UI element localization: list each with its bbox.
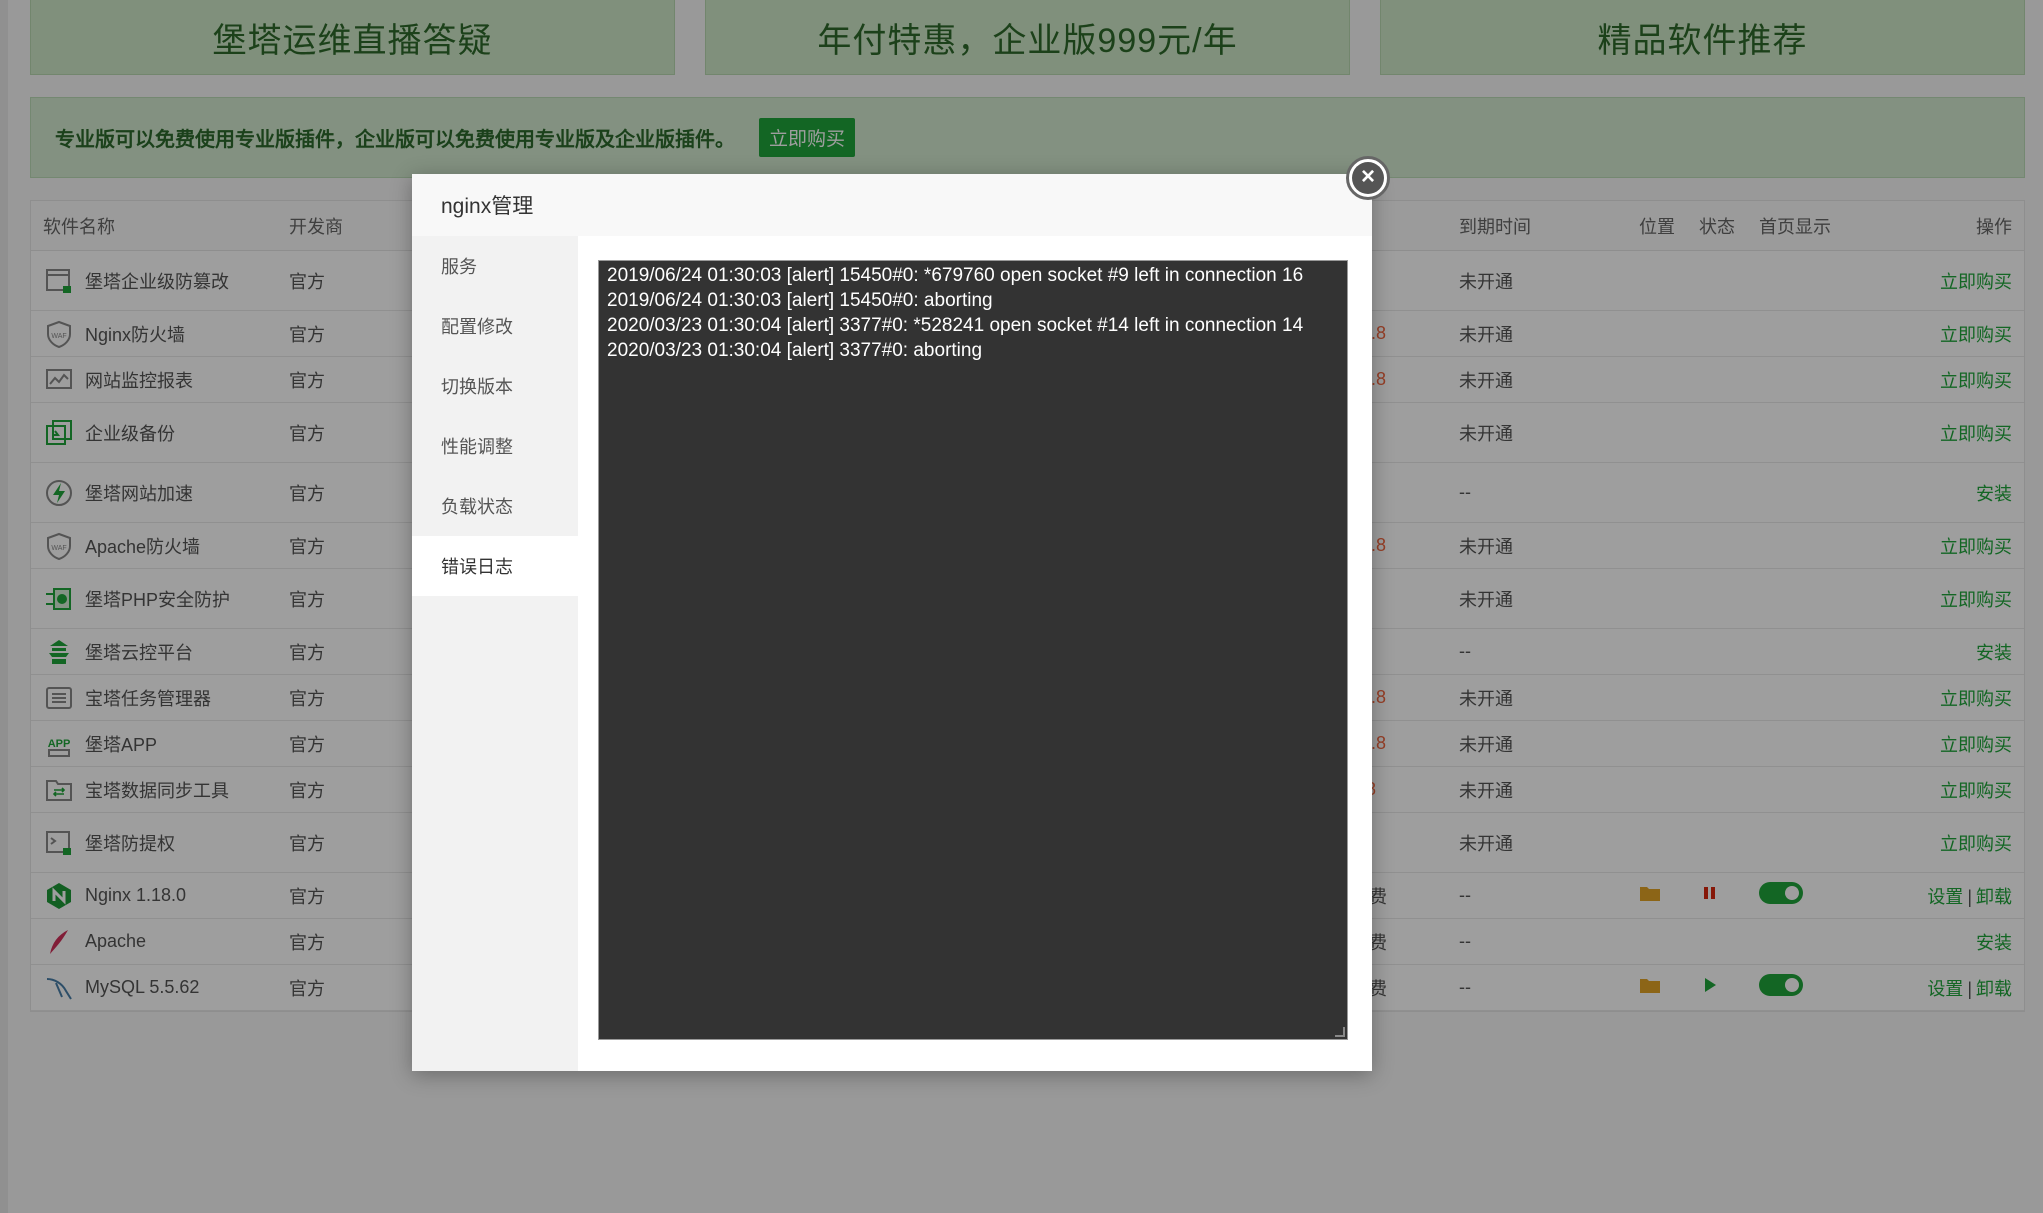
menu-performance[interactable]: 性能调整 [412,416,578,476]
menu-config[interactable]: 配置修改 [412,296,578,356]
modal-close-button[interactable]: × [1346,156,1390,200]
resize-handle[interactable] [1335,1027,1345,1037]
menu-service[interactable]: 服务 [412,236,578,296]
nginx-manage-modal: nginx管理 服务 配置修改 切换版本 性能调整 负载状态 错误日志 2019… [412,174,1372,1071]
modal-sidebar: 服务 配置修改 切换版本 性能调整 负载状态 错误日志 [412,236,578,1071]
close-icon: × [1352,162,1384,194]
menu-load-status[interactable]: 负载状态 [412,476,578,536]
log-line: 2019/06/24 01:30:03 [alert] 15450#0: *67… [607,265,1304,286]
log-line: 2020/03/23 01:30:04 [alert] 3377#0: abor… [607,340,983,361]
modal-title: nginx管理 [412,174,1372,236]
error-log-textarea[interactable]: 2019/06/24 01:30:03 [alert] 15450#0: *67… [598,260,1348,1040]
log-line: 2019/06/24 01:30:03 [alert] 15450#0: abo… [607,290,993,311]
log-line: 2020/03/23 01:30:04 [alert] 3377#0: *528… [607,315,1304,336]
menu-error-log[interactable]: 错误日志 [412,536,578,596]
menu-switch-version[interactable]: 切换版本 [412,356,578,416]
